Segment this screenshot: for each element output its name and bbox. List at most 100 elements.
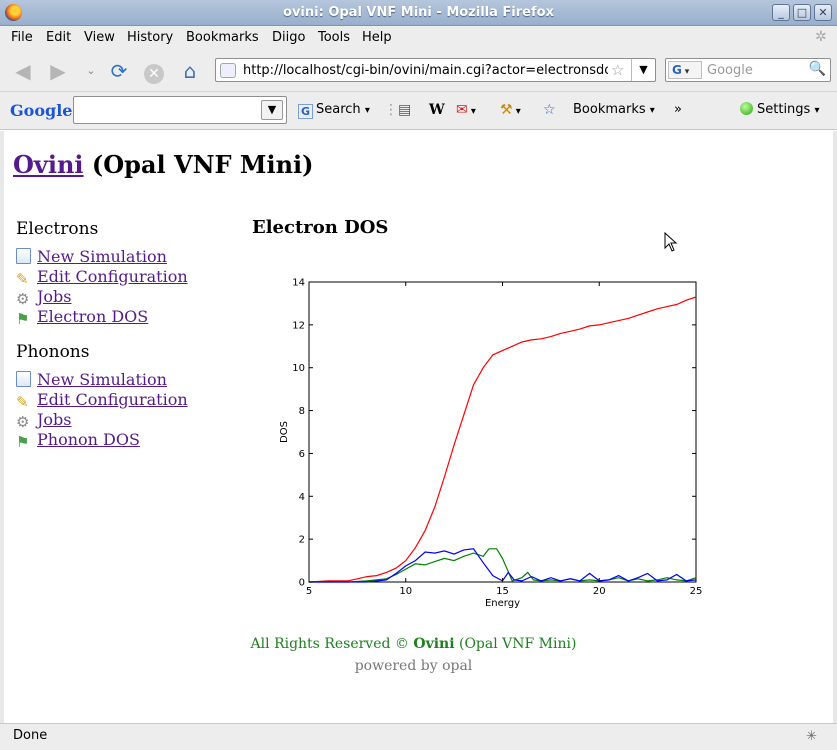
page-title-rest: (Opal VNF Mini) (83, 150, 314, 179)
electron-dos-chart: 5 10 15 20 25 0 2 4 6 8 10 12 14 Energy DOS (279, 278, 703, 610)
x-tick-label-1: 10 (399, 586, 412, 597)
flag-icon: ⚑ (16, 310, 30, 328)
electrons-new-simulation-link[interactable]: New Simulation (16, 247, 167, 266)
url-bar[interactable]: http://localhost/cgi-bin/ovini/main.cgi?… (215, 58, 656, 82)
menu-bar: File Edit View History Bookmarks Diigo T… (0, 26, 837, 50)
y-tick-label-0: 0 (299, 578, 305, 589)
maximize-button[interactable]: □ (793, 4, 811, 21)
wikipedia-icon[interactable]: W (429, 102, 445, 118)
menu-view[interactable]: View (84, 30, 115, 45)
menu-edit[interactable]: Edit (46, 30, 71, 45)
x-tick-label-2: 15 (496, 586, 509, 597)
x-tick-label-4: 25 (690, 586, 703, 597)
y-tick-label-3: 6 (299, 449, 305, 460)
pencil-icon: ✎ (16, 270, 29, 288)
y-axis-label: DOS (279, 421, 290, 443)
addon-status-icon[interactable]: ✳ (806, 729, 817, 744)
footer-suffix: (Opal VNF Mini) (454, 636, 577, 652)
navigation-toolbar: ◀ ▶ ⌄ ⟳ ✕ ⌂ http://localhost/cgi-bin/ovi… (0, 50, 837, 92)
powered-by: powered by opal (354, 658, 473, 674)
separator-icon: ⋮ (384, 102, 398, 118)
menu-history[interactable]: History (127, 30, 173, 45)
y-tick-label-7: 14 (292, 278, 305, 289)
phonon-dos-link[interactable]: ⚑ Phonon DOS (16, 430, 140, 451)
history-dropdown-icon[interactable]: ⌄ (78, 58, 104, 84)
settings-label: Settings (757, 102, 811, 117)
footer-brand: Ovini (413, 636, 455, 652)
search-engine-selector[interactable]: G ▾ (668, 61, 702, 79)
mouse-cursor-icon (664, 232, 678, 252)
phonons-edit-configuration-link[interactable]: ✎ Edit Configuration (16, 390, 188, 411)
search-box[interactable]: G ▾ Google 🔍 (665, 58, 831, 82)
electrons-heading: Electrons (16, 219, 99, 239)
electron-dos-link[interactable]: ⚑ Electron DOS (16, 307, 148, 328)
tools-icon[interactable]: ⚒ ▾ (500, 102, 521, 118)
menu-diigo[interactable]: Diigo (272, 30, 305, 45)
url-dropdown-icon[interactable]: ▼ (631, 59, 655, 81)
page-title: Ovini (Opal VNF Mini) (13, 150, 314, 179)
google-toolbar: Google ▼ G Search ▾ ⋮ ▤ W ✉ ▾ ⚒ ▾ ☆ Bookm… (0, 92, 837, 130)
search-engine-letter: G (672, 63, 682, 77)
google-logo[interactable]: Google (10, 101, 72, 120)
throbber-icon: ✲ (815, 29, 827, 45)
google-search-label: Search (316, 102, 361, 117)
document-icon (16, 248, 31, 264)
search-placeholder: Google (707, 63, 753, 78)
status-dot-icon (740, 102, 753, 115)
bookmark-star-icon[interactable]: ☆ (611, 61, 624, 79)
x-axis-label: Energy (485, 598, 520, 609)
minimize-button[interactable]: _ (772, 4, 790, 21)
google-search-dropdown-icon[interactable]: ▼ (261, 100, 283, 120)
document-icon (16, 371, 31, 387)
x-tick-label-0: 5 (306, 586, 312, 597)
news-icon[interactable]: ▤ (398, 102, 411, 118)
pencil-icon: ✎ (16, 393, 29, 411)
menu-help[interactable]: Help (362, 30, 392, 45)
left-frame-edge (0, 131, 4, 723)
bookmarks-label: Bookmarks (573, 102, 646, 117)
y-tick-label-4: 8 (299, 406, 305, 417)
url-text[interactable]: http://localhost/cgi-bin/ovini/main.cgi?… (243, 63, 608, 78)
star-bookmark-icon[interactable]: ☆ (543, 102, 556, 118)
google-g-icon: G (298, 104, 313, 119)
y-tick-label-6: 12 (292, 320, 305, 331)
status-text: Done (13, 728, 48, 743)
y-tick-label-5: 10 (292, 363, 305, 374)
gear-icon: ⚙ (16, 413, 30, 431)
x-tick-label-3: 20 (593, 586, 606, 597)
electrons-jobs-link[interactable]: ⚙ Jobs (16, 287, 72, 308)
right-frame-edge (833, 131, 837, 723)
status-bar: Done ✳ (0, 723, 837, 750)
gmail-icon[interactable]: ✉ ▾ (456, 102, 476, 118)
google-search-button[interactable]: G Search ▾ (298, 102, 370, 119)
search-icon[interactable]: 🔍 (809, 61, 826, 77)
close-button[interactable]: ✕ (814, 4, 832, 21)
menu-bookmarks[interactable]: Bookmarks (186, 30, 259, 45)
footer-copyright: All Rights Reserved © Ovini (Opal VNF Mi… (0, 636, 827, 652)
phonons-new-simulation-link[interactable]: New Simulation (16, 370, 167, 389)
phonons-jobs-link[interactable]: ⚙ Jobs (16, 410, 72, 431)
ovini-home-link[interactable]: Ovini (13, 150, 84, 179)
stop-icon[interactable]: ✕ (141, 58, 167, 84)
menu-tools[interactable]: Tools (318, 30, 350, 45)
gear-icon: ⚙ (16, 290, 30, 308)
menu-file[interactable]: File (11, 30, 33, 45)
window-titlebar[interactable]: ovini: Opal VNF Mini - Mozilla Firefox _… (0, 0, 837, 26)
home-icon[interactable]: ⌂ (177, 58, 203, 84)
footer-prefix: All Rights Reserved © (250, 636, 414, 652)
back-icon[interactable]: ◀ (10, 58, 36, 84)
y-tick-label-1: 2 (299, 535, 305, 546)
forward-icon[interactable]: ▶ (45, 58, 71, 84)
phonons-heading: Phonons (16, 342, 90, 362)
main-heading: Electron DOS (252, 217, 389, 238)
window-title: ovini: Opal VNF Mini - Mozilla Firefox (283, 5, 554, 20)
electrons-edit-configuration-link[interactable]: ✎ Edit Configuration (16, 267, 188, 288)
flag-icon: ⚑ (16, 433, 30, 451)
settings-button[interactable]: Settings ▾ (740, 102, 820, 117)
google-search-input[interactable]: ▼ (73, 96, 287, 124)
site-identity-icon[interactable] (220, 63, 236, 78)
bookmarks-menu[interactable]: Bookmarks ▾ (573, 102, 655, 117)
reload-icon[interactable]: ⟳ (106, 58, 132, 84)
more-chevron-icon[interactable]: » (674, 102, 682, 117)
y-tick-label-2: 4 (299, 492, 305, 503)
